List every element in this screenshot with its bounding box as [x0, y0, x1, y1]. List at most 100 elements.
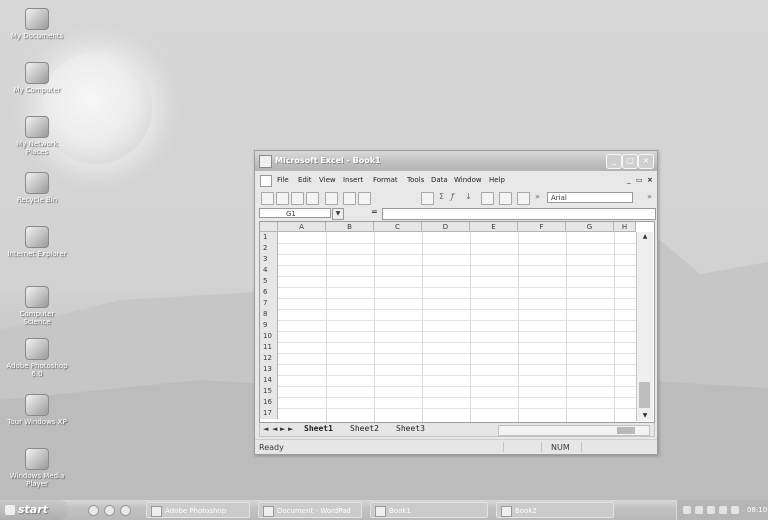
title-bar[interactable]: Microsoft Excel - Book1 _ □ ×	[255, 151, 657, 171]
autosum-icon[interactable]: Σ	[439, 192, 444, 201]
menu-data[interactable]: Data	[431, 176, 448, 184]
column-header-b[interactable]: B	[326, 222, 374, 232]
quick-launch-desktop-icon[interactable]	[120, 505, 131, 516]
desktop-icon-recycle-bin[interactable]: Recycle Bin	[6, 172, 68, 204]
volume-icon[interactable]	[731, 506, 739, 514]
row-header[interactable]: 3	[260, 254, 278, 265]
tab-sheet1[interactable]: Sheet1	[304, 424, 333, 433]
column-header-e[interactable]: E	[470, 222, 518, 232]
function-icon[interactable]: ƒ	[451, 192, 454, 201]
scroll-down-icon[interactable]: ▼	[637, 411, 653, 421]
menu-format[interactable]: Format	[373, 176, 398, 184]
clock[interactable]: 08:10	[747, 506, 767, 514]
sort-ascending-icon[interactable]: ↓	[465, 192, 472, 201]
menu-edit[interactable]: Edit	[298, 176, 312, 184]
column-header-a[interactable]: A	[278, 222, 326, 232]
formula-equals-icon[interactable]: =	[371, 207, 378, 216]
formatting-options-icon[interactable]: »	[647, 192, 652, 201]
desktop-icon-tour-windows-xp[interactable]: Tour Windows XP	[6, 394, 68, 426]
column-header-c[interactable]: C	[374, 222, 422, 232]
worksheet-grid[interactable]: A B C D E F G H 1 2 3 4 5 6 7 8 9 10 11 …	[259, 221, 655, 423]
row-header[interactable]: 4	[260, 265, 278, 276]
row-header[interactable]: 11	[260, 342, 278, 353]
desktop-icon-adobe-photoshop[interactable]: Adobe Photoshop 6.0	[6, 338, 68, 378]
row-header[interactable]: 5	[260, 276, 278, 287]
drawing-icon[interactable]	[499, 192, 512, 205]
open-icon[interactable]	[276, 192, 289, 205]
row-header[interactable]: 2	[260, 243, 278, 254]
row-header[interactable]: 9	[260, 320, 278, 331]
formula-input[interactable]	[382, 208, 656, 220]
desktop-icon-my-computer[interactable]: My Computer	[6, 62, 68, 94]
tab-sheet2[interactable]: Sheet2	[350, 424, 379, 433]
tray-icon[interactable]	[695, 506, 703, 514]
font-name-select[interactable]: Arial	[547, 192, 633, 203]
scroll-thumb[interactable]	[639, 382, 650, 408]
column-header-d[interactable]: D	[422, 222, 470, 232]
row-header[interactable]: 16	[260, 397, 278, 408]
menu-tools[interactable]: Tools	[407, 176, 424, 184]
desktop-icon-my-documents[interactable]: My Documents	[6, 8, 68, 40]
doc-close-button[interactable]: ×	[647, 176, 653, 184]
vertical-scrollbar[interactable]: ▲ ▼	[636, 232, 653, 421]
excel-app-icon[interactable]	[259, 155, 272, 168]
taskbar-item-book1[interactable]: Book1	[370, 502, 488, 518]
doc-minimize-button[interactable]: _	[627, 176, 631, 184]
menu-view[interactable]: View	[319, 176, 336, 184]
row-header[interactable]: 15	[260, 386, 278, 397]
row-header[interactable]: 14	[260, 375, 278, 386]
scroll-thumb[interactable]	[617, 427, 635, 434]
maximize-button[interactable]: □	[622, 154, 638, 169]
document-icon[interactable]	[260, 175, 272, 187]
column-header-g[interactable]: G	[566, 222, 614, 232]
menu-file[interactable]: File	[277, 176, 289, 184]
tray-icon[interactable]	[683, 506, 691, 514]
tray-icon[interactable]	[707, 506, 715, 514]
close-button[interactable]: ×	[638, 154, 654, 169]
doc-restore-button[interactable]: ▭	[636, 176, 643, 184]
desktop-icon-computer-science[interactable]: Computer Science	[6, 286, 68, 326]
print-icon[interactable]	[325, 192, 338, 205]
taskbar-item-photoshop[interactable]: Adobe Photoshop	[146, 502, 250, 518]
last-sheet-icon[interactable]: ►	[288, 425, 293, 433]
new-icon[interactable]	[261, 192, 274, 205]
column-header-h[interactable]: H	[614, 222, 636, 232]
tab-sheet3[interactable]: Sheet3	[396, 424, 425, 433]
hyperlink-icon[interactable]	[421, 192, 434, 205]
menu-help[interactable]: Help	[489, 176, 505, 184]
row-header[interactable]: 1	[260, 232, 278, 243]
select-all-corner[interactable]	[260, 222, 278, 232]
menu-window[interactable]: Window	[454, 176, 482, 184]
row-header[interactable]: 13	[260, 364, 278, 375]
taskbar-item-wordpad[interactable]: Document - WordPad	[258, 502, 362, 518]
save-icon[interactable]	[291, 192, 304, 205]
desktop-icon-my-network-places[interactable]: My Network Places	[6, 116, 68, 156]
chevron-down-icon[interactable]: ▼	[332, 208, 344, 220]
prev-sheet-icon[interactable]: ◄	[272, 425, 277, 433]
chart-wizard-icon[interactable]	[481, 192, 494, 205]
column-header-f[interactable]: F	[518, 222, 566, 232]
next-sheet-icon[interactable]: ►	[280, 425, 285, 433]
taskbar-item-book2[interactable]: Book2	[496, 502, 614, 518]
desktop-icon-windows-media-player[interactable]: Windows Media Player	[6, 448, 68, 488]
toolbar-options-icon[interactable]: »	[535, 192, 540, 201]
quick-launch-media-icon[interactable]	[104, 505, 115, 516]
minimize-button[interactable]: _	[606, 154, 622, 169]
horizontal-scrollbar[interactable]	[498, 425, 650, 436]
email-icon[interactable]	[306, 192, 319, 205]
row-header[interactable]: 7	[260, 298, 278, 309]
desktop-icon-internet-explorer[interactable]: Internet Explorer	[6, 226, 68, 258]
help-icon[interactable]	[517, 192, 530, 205]
row-header[interactable]: 6	[260, 287, 278, 298]
paste-icon[interactable]	[358, 192, 371, 205]
tray-icon[interactable]	[719, 506, 727, 514]
row-header[interactable]: 10	[260, 331, 278, 342]
start-button[interactable]: start	[0, 500, 68, 520]
row-header[interactable]: 8	[260, 309, 278, 320]
scroll-up-icon[interactable]: ▲	[637, 232, 653, 242]
quick-launch-ie-icon[interactable]	[88, 505, 99, 516]
row-header[interactable]: 12	[260, 353, 278, 364]
copy-icon[interactable]	[343, 192, 356, 205]
first-sheet-icon[interactable]: ◄	[263, 425, 268, 433]
name-box[interactable]: G1	[259, 208, 331, 218]
